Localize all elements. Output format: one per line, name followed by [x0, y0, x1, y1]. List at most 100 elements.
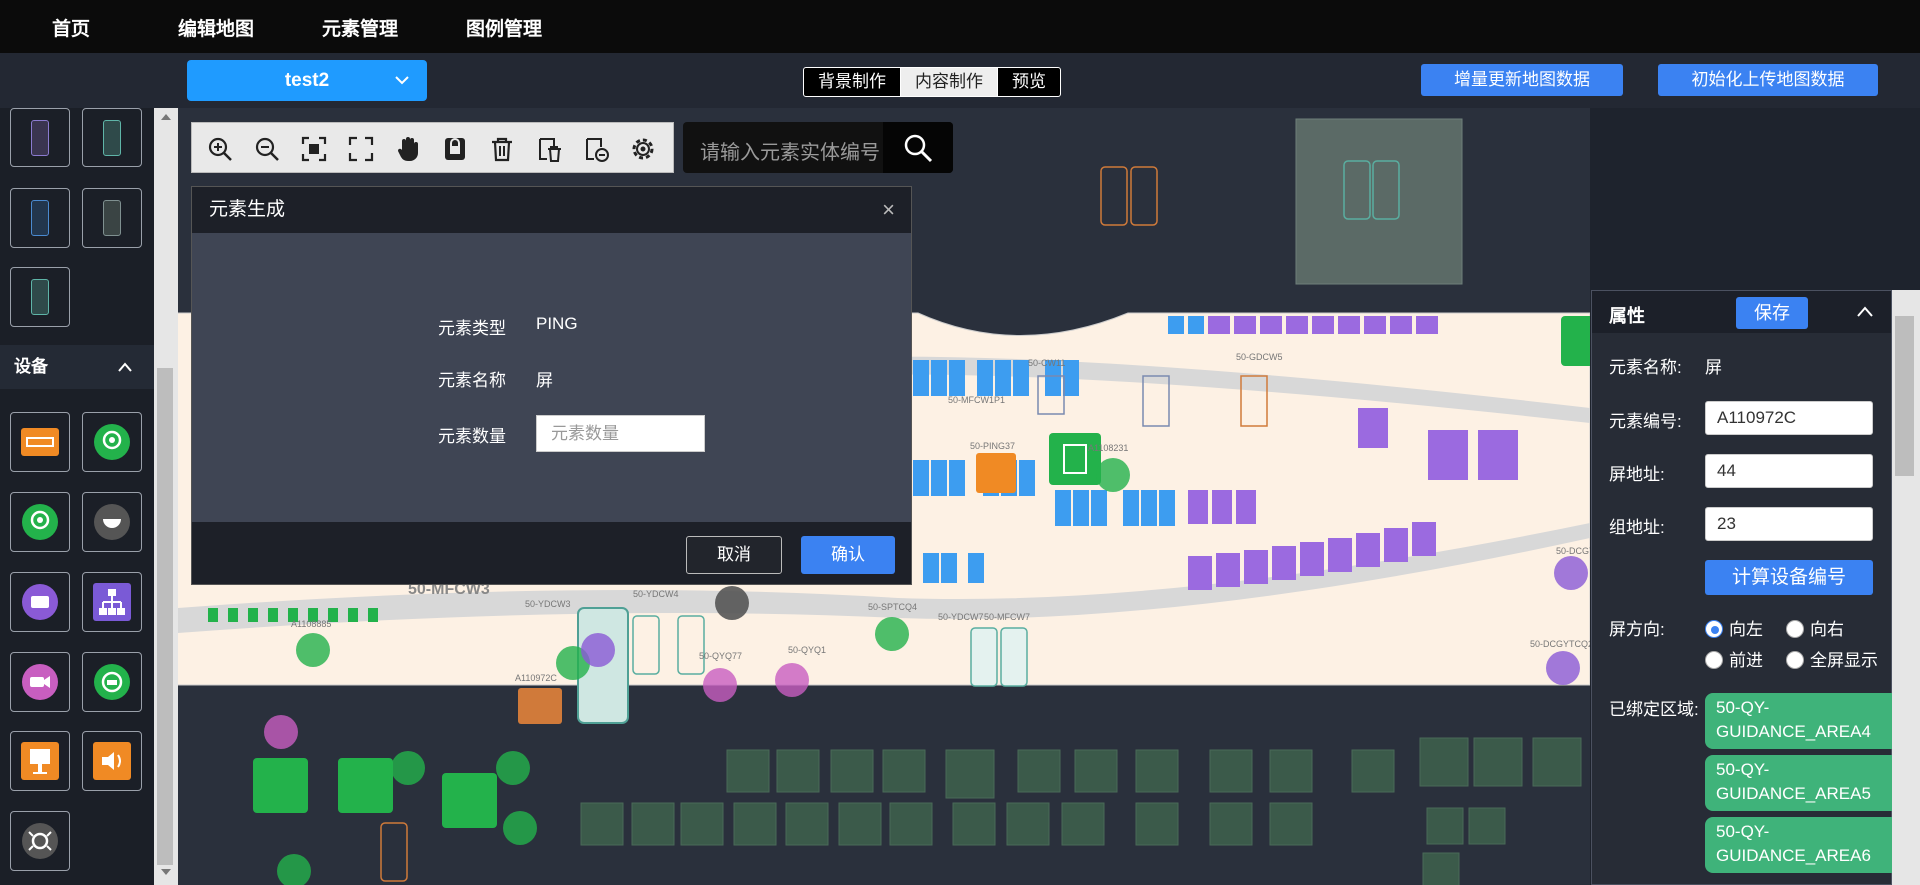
- search-button[interactable]: [883, 122, 953, 173]
- radio-label: 向右: [1810, 620, 1844, 639]
- mode-tabs: 背景制作 内容制作 预览: [803, 67, 1061, 97]
- save-button[interactable]: 保存: [1736, 297, 1808, 329]
- map-label: 50-YDCW4: [633, 589, 679, 599]
- bound-area-tag[interactable]: 50-QY-GUIDANCE_AREA4: [1705, 693, 1905, 749]
- cancel-button[interactable]: 取消: [686, 536, 782, 574]
- fullscreen-icon[interactable]: [347, 135, 375, 163]
- element-code-field[interactable]: A110972C: [1705, 401, 1873, 435]
- palette-item-pink-camera[interactable]: [10, 652, 70, 712]
- map-label: 50-GDCW5: [1236, 352, 1283, 362]
- confirm-button[interactable]: 确认: [801, 536, 895, 574]
- palette-item-green-camera-3[interactable]: [82, 652, 142, 712]
- palette-item-exit-sign[interactable]: [10, 412, 70, 472]
- element-qty-label: 元素数量: [438, 427, 506, 446]
- element-name-label: 元素名称: [438, 371, 506, 390]
- map-label: 50-PING37: [970, 441, 1015, 451]
- dome-camera-icon: [94, 424, 130, 460]
- terminal-icon: [22, 584, 58, 620]
- tab-content[interactable]: 内容制作: [901, 68, 998, 96]
- palette-item-gray-screen[interactable]: [82, 188, 142, 248]
- speaker-icon: [93, 742, 131, 780]
- element-palette: 设备: [0, 108, 154, 885]
- screen-icon: [103, 119, 121, 156]
- radio-label: 前进: [1729, 651, 1763, 670]
- radio-label: 全屏显示: [1810, 651, 1878, 670]
- prop-group-addr-label: 组地址:: [1609, 518, 1665, 537]
- map-selector-dropdown[interactable]: test2: [187, 60, 427, 101]
- palette-item-gray-sensor[interactable]: [10, 811, 70, 871]
- prop-name-label: 元素名称:: [1609, 358, 1682, 377]
- element-search[interactable]: 请输入元素实体编号: [683, 122, 953, 173]
- gear-icon[interactable]: [629, 135, 657, 163]
- device-section-header[interactable]: 设备: [0, 345, 154, 389]
- tab-background[interactable]: 背景制作: [804, 68, 901, 96]
- map-label: 50-MFCW7: [984, 612, 1030, 622]
- video-camera-icon: [22, 664, 58, 700]
- incremental-update-button[interactable]: 增量更新地图数据: [1421, 64, 1623, 96]
- palette-item-teal-screen[interactable]: [82, 108, 142, 167]
- search-input[interactable]: 请输入元素实体编号: [700, 136, 880, 165]
- tab-preview[interactable]: 预览: [998, 68, 1060, 96]
- top-nav-bar: 首页 编辑地图 元素管理 图例管理: [0, 0, 1920, 53]
- nav-element-management[interactable]: 元素管理: [322, 14, 398, 41]
- palette-item-purple-screen[interactable]: [10, 108, 70, 167]
- group-address-field[interactable]: 23: [1705, 507, 1873, 541]
- direction-fullscreen-radio[interactable]: 全屏显示: [1786, 646, 1878, 671]
- calc-device-code-button[interactable]: 计算设备编号: [1705, 560, 1873, 595]
- palette-item-gray-dome[interactable]: [82, 492, 142, 552]
- chevron-down-icon: [395, 76, 409, 85]
- dialog-title: 元素生成: [209, 199, 286, 220]
- properties-panel: 属性 保存 元素名称: 屏 元素编号: A110972C 屏地址: 44 组地址…: [1591, 290, 1905, 885]
- radio-icon: [1786, 651, 1804, 669]
- radio-icon: [1705, 651, 1723, 669]
- pan-hand-icon[interactable]: [394, 135, 422, 163]
- element-generate-dialog: 元素生成 × 元素类型 PING 元素名称 屏 元素数量 元素数量 取消 确认: [191, 186, 912, 585]
- lock-icon[interactable]: [441, 135, 469, 163]
- remove-element-icon[interactable]: [582, 135, 610, 163]
- palette-item-kiosk[interactable]: [10, 731, 70, 791]
- element-qty-input[interactable]: 元素数量: [536, 415, 705, 452]
- map-label: 50-SPTCQ4: [868, 602, 917, 612]
- sensor-icon: [22, 823, 58, 859]
- prop-direction-label: 屏方向:: [1609, 620, 1665, 639]
- delete-icon[interactable]: [488, 135, 516, 163]
- fit-screen-icon[interactable]: [300, 135, 328, 163]
- nav-home[interactable]: 首页: [52, 14, 90, 41]
- palette-item-teal-screen-2[interactable]: [10, 267, 70, 327]
- palette-item-blue-screen[interactable]: [10, 188, 70, 248]
- close-icon[interactable]: ×: [882, 187, 895, 233]
- screen-icon: [31, 279, 49, 315]
- prop-code-label: 元素编号:: [1609, 412, 1682, 431]
- zoom-in-icon[interactable]: [206, 135, 234, 163]
- delete-batch-icon[interactable]: [535, 135, 563, 163]
- init-upload-button[interactable]: 初始化上传地图数据: [1658, 64, 1878, 96]
- map-label: 50-CW11: [1028, 358, 1065, 368]
- zoom-out-icon[interactable]: [253, 135, 281, 163]
- prop-screen-addr-label: 屏地址:: [1609, 465, 1665, 484]
- nav-legend-management[interactable]: 图例管理: [466, 14, 542, 41]
- palette-item-green-camera[interactable]: [82, 412, 142, 472]
- direction-forward-radio[interactable]: 前进: [1705, 646, 1763, 671]
- direction-left-radio[interactable]: 向左: [1705, 615, 1763, 640]
- palette-item-purple-terminal[interactable]: [10, 572, 70, 632]
- properties-header: 属性 保存: [1592, 291, 1891, 333]
- bound-area-tag[interactable]: 50-QY-GUIDANCE_AREA5: [1705, 755, 1905, 811]
- search-icon: [904, 134, 933, 163]
- nav-edit-map[interactable]: 编辑地图: [178, 14, 254, 41]
- dialog-header: 元素生成 ×: [192, 187, 911, 233]
- palette-scrollbar-thumb[interactable]: [157, 368, 173, 865]
- scroll-down-arrow-icon[interactable]: [159, 867, 173, 877]
- bound-area-tag[interactable]: 50-QY-GUIDANCE_AREA6: [1705, 817, 1905, 873]
- palette-item-green-camera-2[interactable]: [10, 492, 70, 552]
- palette-item-network[interactable]: [82, 572, 142, 632]
- screen-address-field[interactable]: 44: [1705, 454, 1873, 488]
- collapse-chevron-up-icon[interactable]: [1857, 306, 1873, 317]
- scroll-up-arrow-icon[interactable]: [159, 112, 173, 122]
- device-section-title: 设备: [14, 357, 48, 376]
- properties-scrollbar-thumb[interactable]: [1895, 316, 1914, 476]
- direction-right-radio[interactable]: 向右: [1786, 615, 1844, 640]
- properties-title: 属性: [1609, 306, 1645, 326]
- palette-item-speaker[interactable]: [82, 731, 142, 791]
- map-label: A110972C: [515, 673, 557, 683]
- prop-bound-label: 已绑定区域:: [1609, 700, 1699, 719]
